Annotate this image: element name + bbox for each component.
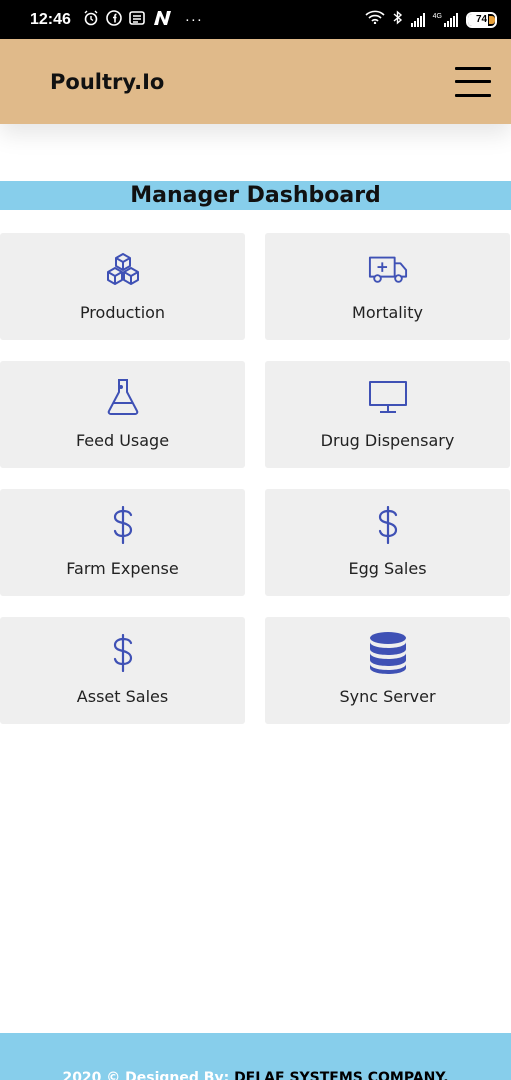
footer: 2020 © Designed By: DELAF SYSTEMS COMPAN…	[0, 1033, 511, 1080]
notification-icons: ···	[83, 10, 203, 29]
tile-mortality[interactable]: Mortality	[265, 233, 510, 340]
wifi-icon	[365, 10, 385, 29]
bluetooth-icon	[393, 9, 403, 30]
tile-production[interactable]: Production	[0, 233, 245, 340]
footer-company[interactable]: DELAF SYSTEMS COMPANY.	[234, 1070, 448, 1080]
app-n-icon	[152, 10, 174, 29]
battery-level: 74	[475, 14, 488, 25]
news-icon	[129, 11, 145, 28]
tile-label: Feed Usage	[75, 431, 170, 450]
tile-label: Sync Server	[339, 687, 436, 706]
tile-label: Egg Sales	[348, 559, 427, 578]
tile-label: Drug Dispensary	[320, 431, 455, 450]
tile-egg-sales[interactable]: Egg Sales	[265, 489, 510, 596]
tile-farm-expense[interactable]: Farm Expense	[0, 489, 245, 596]
signal-icon-2	[444, 12, 458, 27]
dashboard-grid: Production Mortality Feed Usage Drug Dis…	[0, 233, 511, 724]
tile-label: Farm Expense	[66, 559, 179, 578]
network-type: 4G	[432, 12, 442, 20]
tile-label: Mortality	[352, 303, 423, 322]
database-icon	[368, 632, 408, 674]
ambulance-icon	[368, 249, 408, 289]
dollar-icon	[368, 505, 408, 545]
monitor-icon	[368, 377, 408, 417]
tile-drug-dispensary[interactable]: Drug Dispensary	[265, 361, 510, 468]
page-title: Manager Dashboard	[130, 183, 381, 208]
tile-label: Production	[79, 303, 166, 322]
status-time: 12:46	[30, 10, 71, 28]
footer-text: 2020 © Designed By: DELAF SYSTEMS COMPAN…	[62, 1070, 448, 1080]
dollar-icon	[103, 633, 143, 673]
app-header: Poultry.Io	[0, 39, 511, 124]
tile-feed-usage[interactable]: Feed Usage	[0, 361, 245, 468]
signal-icon-1	[410, 12, 425, 27]
cubes-icon	[103, 249, 143, 289]
battery-icon: 74	[466, 11, 497, 28]
facebook-icon	[106, 10, 122, 29]
dollar-icon	[103, 505, 143, 545]
status-bar: 12:46 ··· 4G 74	[0, 0, 511, 39]
tile-label: Asset Sales	[76, 687, 169, 706]
tile-sync-server[interactable]: Sync Server	[265, 617, 510, 724]
brand-logo[interactable]: Poultry.Io	[50, 70, 164, 94]
tile-asset-sales[interactable]: Asset Sales	[0, 617, 245, 724]
dashboard-title-band: Manager Dashboard	[0, 181, 511, 210]
more-notifications-icon: ···	[184, 11, 203, 28]
system-icons: 4G 74	[365, 9, 497, 30]
flask-icon	[103, 377, 143, 417]
alarm-icon	[83, 10, 99, 29]
footer-prefix: 2020 © Designed By:	[62, 1070, 235, 1080]
menu-hamburger-icon[interactable]	[455, 66, 491, 97]
